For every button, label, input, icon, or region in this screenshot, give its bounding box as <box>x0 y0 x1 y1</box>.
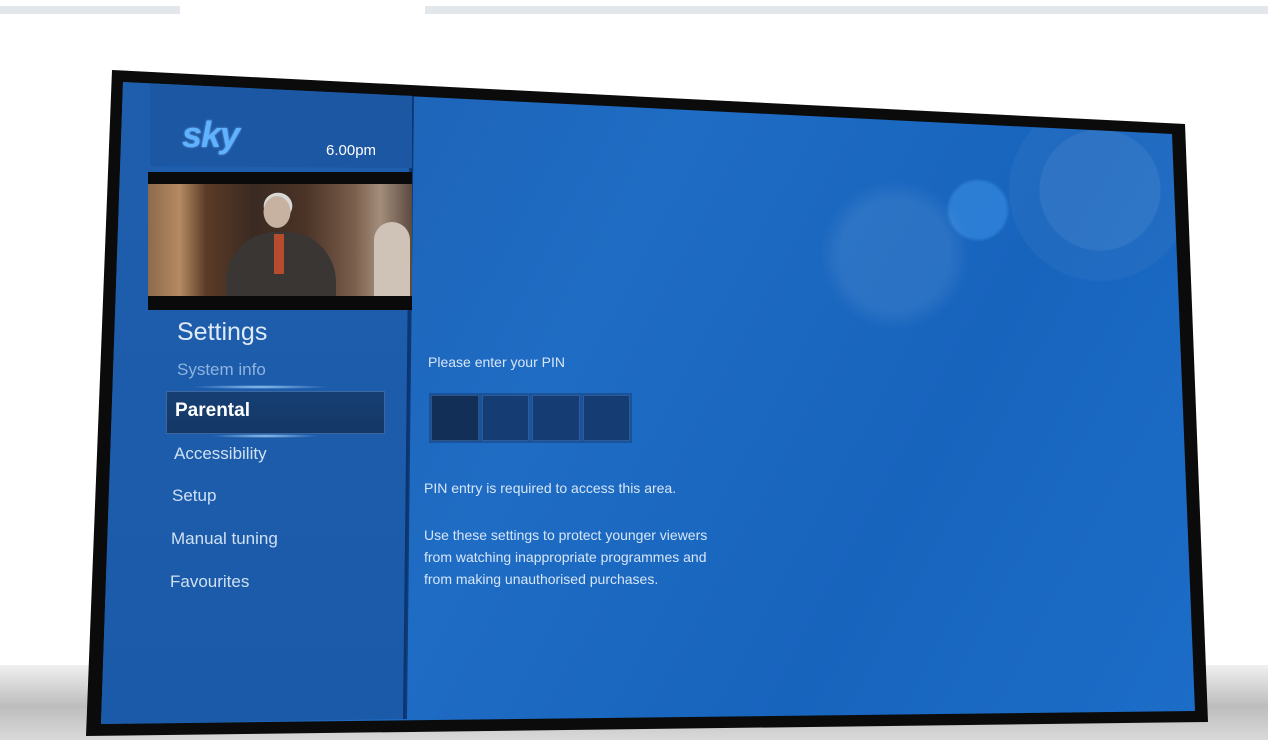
pin-required-note: PIN entry is required to access this are… <box>424 480 677 496</box>
pin-digit-box[interactable] <box>481 395 529 441</box>
menu-title: Settings <box>177 318 268 346</box>
pin-entry[interactable] <box>429 393 632 443</box>
selection-glow <box>190 385 330 389</box>
pin-prompt: Please enter your PIN <box>428 354 565 370</box>
preview-figure-tie <box>274 234 284 274</box>
description-line: Use these settings to protect younger vi… <box>424 527 708 543</box>
parental-description: Use these settings to protect younger vi… <box>424 524 804 590</box>
background-strip <box>425 6 1268 14</box>
menu-item-favourites[interactable]: Favourites <box>170 572 249 592</box>
pin-digit-box[interactable] <box>532 395 580 441</box>
menu-item-system-info[interactable]: System info <box>177 360 266 380</box>
sky-logo: sky <box>182 114 240 155</box>
pin-digit-box[interactable] <box>582 395 630 441</box>
menu-item-manual-tuning[interactable]: Manual tuning <box>171 529 278 549</box>
selection-glow <box>210 434 320 438</box>
menu-item-accessibility[interactable]: Accessibility <box>174 444 267 464</box>
pin-digit-box[interactable] <box>431 395 479 441</box>
menu-item-setup[interactable]: Setup <box>172 486 216 506</box>
background-strip <box>0 6 180 14</box>
clock: 6.00pm <box>326 142 377 159</box>
menu-item-parental[interactable]: Parental <box>175 400 250 422</box>
live-tv-preview[interactable] <box>148 172 412 310</box>
description-line: from making unauthorised purchases. <box>424 571 659 587</box>
description-line: from watching inappropriate programmes a… <box>424 549 707 565</box>
preview-background-figure <box>374 222 410 296</box>
